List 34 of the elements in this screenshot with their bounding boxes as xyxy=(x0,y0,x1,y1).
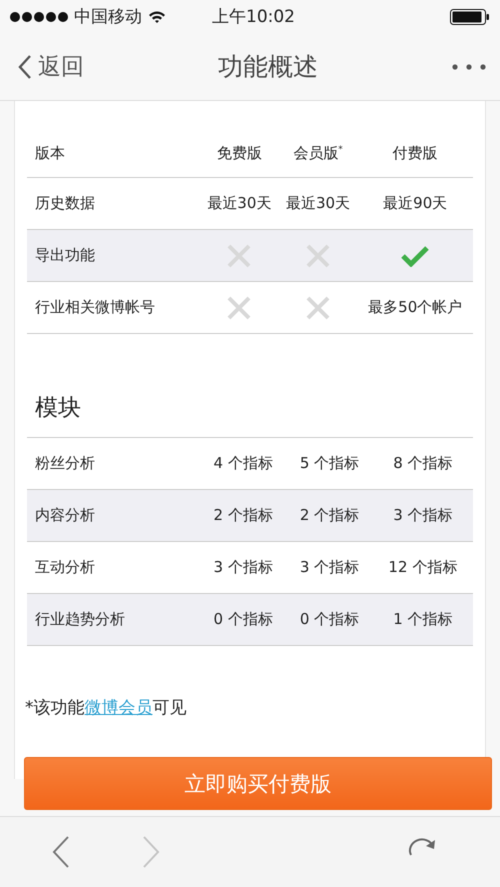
member-link[interactable]: 微博会员 xyxy=(84,698,152,718)
cross-icon xyxy=(227,244,252,268)
cross-icon xyxy=(306,296,330,320)
column-header: 会员版$^{*}$ xyxy=(278,129,358,178)
wifi-icon xyxy=(148,10,166,24)
battery-icon xyxy=(450,8,490,24)
check-icon xyxy=(401,244,430,266)
row-label: 行业趋势分析 xyxy=(27,594,200,646)
column-header: 免费版 xyxy=(200,129,279,178)
cross-icon xyxy=(227,296,252,320)
more-icon[interactable] xyxy=(452,64,486,70)
column-header: 版本 xyxy=(27,129,200,178)
column-header: 付费版 xyxy=(357,129,473,178)
footnote: *该功能微博会员可见 xyxy=(25,697,188,719)
table-cell: 0 个指标 xyxy=(286,594,373,646)
row-label: 内容分析 xyxy=(27,490,200,542)
back-button[interactable]: 返回 xyxy=(18,51,84,82)
cross-icon xyxy=(306,244,330,268)
table-cell: 2 个指标 xyxy=(200,490,286,542)
signal-icon xyxy=(10,12,68,22)
table-cell: 2 个指标 xyxy=(286,490,373,542)
row-label: 行业相关微博帐号 xyxy=(27,282,200,334)
section-title: 模块 xyxy=(27,334,473,438)
chevron-left-icon xyxy=(18,54,32,80)
carrier-name: 中国移动 xyxy=(74,6,142,28)
table-cell: 3 个指标 xyxy=(372,490,473,542)
table-cell: 0 个指标 xyxy=(200,594,286,646)
status-time: 上午10:02 xyxy=(212,6,295,28)
table-cell: 1 个指标 xyxy=(372,594,473,646)
back-arrow-icon[interactable] xyxy=(52,836,70,868)
page-title: 功能概述 xyxy=(218,51,318,83)
row-label: 导出功能 xyxy=(27,230,200,282)
table-cell: 最多50个帐户 xyxy=(357,282,473,334)
buy-button[interactable]: 立即购买付费版 xyxy=(24,757,492,810)
